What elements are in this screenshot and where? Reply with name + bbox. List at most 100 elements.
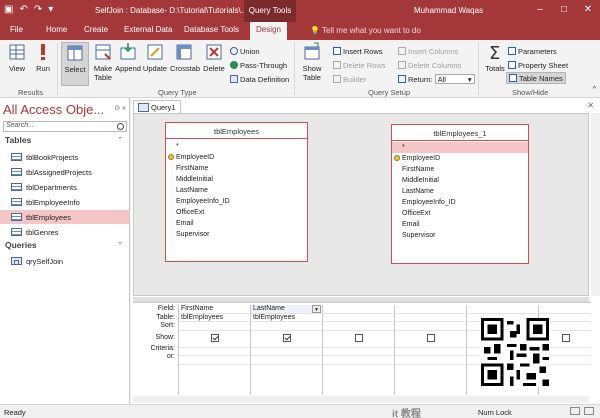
or-cell[interactable] — [395, 356, 465, 365]
data-definition-button[interactable]: Data Definition — [230, 73, 289, 85]
delete-rows-button[interactable]: Delete Rows — [333, 59, 386, 71]
table-field-list[interactable]: tblEmployees * EmployeeID FirstName Midd… — [165, 122, 308, 262]
return-dropdown[interactable]: All ▾ — [434, 74, 475, 84]
field-cell[interactable] — [395, 305, 465, 314]
table-cell[interactable]: tblEmployees — [251, 314, 321, 322]
minimize-button[interactable]: – — [528, 0, 552, 22]
field-item[interactable]: FirstName — [392, 164, 528, 175]
show-checkbox[interactable] — [355, 333, 363, 342]
field-item[interactable]: FirstName — [166, 163, 307, 174]
section-tables[interactable]: Tables — [5, 135, 31, 145]
insert-columns-button[interactable]: Insert Columns — [398, 45, 458, 57]
field-item[interactable]: * — [166, 141, 307, 152]
insert-rows-button[interactable]: Insert Rows — [333, 45, 383, 57]
union-button[interactable]: Union — [230, 45, 260, 57]
select-query-button[interactable]: Select — [61, 42, 89, 86]
nav-pane-header[interactable]: All Access Obje... — [3, 102, 104, 117]
crosstab-button[interactable]: Crosstab — [170, 42, 200, 73]
field-item[interactable]: MiddleInitial — [166, 174, 307, 185]
sort-cell[interactable] — [179, 322, 249, 331]
show-checkbox[interactable] — [427, 333, 435, 342]
design-view-icon[interactable] — [584, 407, 594, 415]
view-button[interactable]: View — [3, 42, 31, 73]
list-item[interactable]: tblGenres — [0, 225, 129, 239]
field-item-primary-key[interactable]: EmployeeID — [166, 152, 307, 163]
parameters-button[interactable]: Parameters — [508, 45, 557, 57]
list-item[interactable]: tblAssignedProjects — [0, 165, 129, 179]
sort-cell[interactable] — [323, 322, 393, 331]
list-item[interactable]: tblBookProjects — [0, 150, 129, 164]
criteria-cell[interactable] — [323, 348, 393, 356]
table-field-list[interactable]: tblEmployees_1 * EmployeeID FirstName Mi… — [391, 124, 529, 264]
run-button[interactable]: Run — [29, 42, 57, 73]
show-checkbox[interactable] — [211, 333, 219, 342]
horizontal-scrollbar[interactable] — [133, 396, 589, 403]
chevron-down-icon[interactable]: ▼ — [312, 305, 321, 313]
or-cell[interactable] — [323, 356, 393, 365]
field-item[interactable]: Supervisor — [392, 230, 528, 241]
save-icon[interactable]: ▣ — [4, 4, 13, 15]
field-list-title[interactable]: tblEmployees — [166, 123, 307, 139]
list-item[interactable]: qrySelfJoin — [0, 254, 129, 268]
or-cell[interactable] — [179, 356, 249, 365]
criteria-cell[interactable] — [179, 348, 249, 356]
field-item[interactable]: MiddleInitial — [392, 175, 528, 186]
field-item-primary-key[interactable]: EmployeeID — [392, 153, 528, 164]
or-cell[interactable] — [251, 356, 321, 365]
close-document-icon[interactable]: ✕ — [587, 101, 594, 110]
criteria-cell[interactable] — [251, 348, 321, 356]
tab-home[interactable]: Home — [46, 25, 67, 34]
field-item[interactable]: LastName — [166, 185, 307, 196]
criteria-cell[interactable] — [395, 348, 465, 356]
redo-icon[interactable]: ↷ — [34, 4, 42, 15]
field-item[interactable]: Email — [166, 218, 307, 229]
field-cell[interactable]: FirstName — [179, 305, 249, 314]
make-table-button[interactable]: Make Table — [89, 42, 117, 82]
table-cell[interactable] — [323, 314, 393, 322]
field-item[interactable]: Email — [392, 219, 528, 230]
list-item[interactable]: tblEmployees — [0, 210, 129, 224]
tell-me-search[interactable]: 💡 Tell me what you want to do — [310, 26, 421, 35]
tab-external-data[interactable]: External Data — [124, 25, 172, 34]
field-item[interactable]: EmployeeInfo_ID — [392, 197, 528, 208]
tab-design[interactable]: Design — [250, 22, 287, 40]
field-item[interactable]: * — [392, 142, 528, 153]
field-cell[interactable] — [539, 305, 591, 314]
shutter-bar-icon[interactable]: « — [122, 105, 126, 112]
table-cell[interactable]: tblEmployees — [179, 314, 249, 322]
table-names-button[interactable]: Table Names — [506, 72, 566, 84]
delete-query-button[interactable]: Delete — [200, 42, 228, 73]
field-item[interactable]: EmployeeInfo_ID — [166, 196, 307, 207]
totals-button[interactable]: Σ Totals — [481, 42, 509, 73]
sort-cell[interactable] — [395, 322, 465, 331]
show-table-button[interactable]: Show Table — [298, 42, 326, 82]
user-name[interactable]: Muhammad Waqas — [414, 6, 483, 15]
nav-menu-icon[interactable]: ⊙ — [114, 105, 120, 112]
table-cell[interactable] — [395, 314, 465, 322]
tab-create[interactable]: Create — [84, 25, 108, 34]
maximize-button[interactable]: □ — [552, 0, 576, 22]
close-button[interactable]: ✕ — [576, 0, 600, 22]
sql-view-icon[interactable] — [570, 407, 580, 415]
property-sheet-button[interactable]: Property Sheet — [508, 59, 568, 71]
show-checkbox[interactable] — [283, 333, 291, 342]
collapse-icon[interactable]: ⌃ — [117, 136, 123, 144]
field-item[interactable]: OfficeExt — [166, 207, 307, 218]
pass-through-button[interactable]: Pass-Through — [230, 59, 287, 71]
customize-icon[interactable]: ▾ — [48, 4, 53, 15]
field-cell[interactable]: LastName ▼ — [251, 305, 321, 314]
append-button[interactable]: Append — [114, 42, 142, 73]
section-queries[interactable]: Queries — [5, 240, 37, 250]
nav-search-input[interactable]: Search... — [3, 121, 127, 132]
builder-button[interactable]: Builder — [333, 73, 366, 85]
vertical-scrollbar[interactable] — [591, 113, 600, 296]
field-list-title[interactable]: tblEmployees_1 — [392, 125, 528, 141]
field-cell[interactable] — [467, 305, 537, 314]
field-item[interactable]: Supervisor — [166, 229, 307, 240]
show-checkbox[interactable] — [562, 333, 570, 342]
document-tab-query1[interactable]: Query1 — [133, 100, 181, 113]
list-item[interactable]: tblEmployeeInfo — [0, 195, 129, 209]
delete-columns-button[interactable]: Delete Columns — [398, 59, 461, 71]
undo-icon[interactable]: ↶ — [19, 4, 27, 15]
tab-file[interactable]: File — [10, 25, 23, 34]
